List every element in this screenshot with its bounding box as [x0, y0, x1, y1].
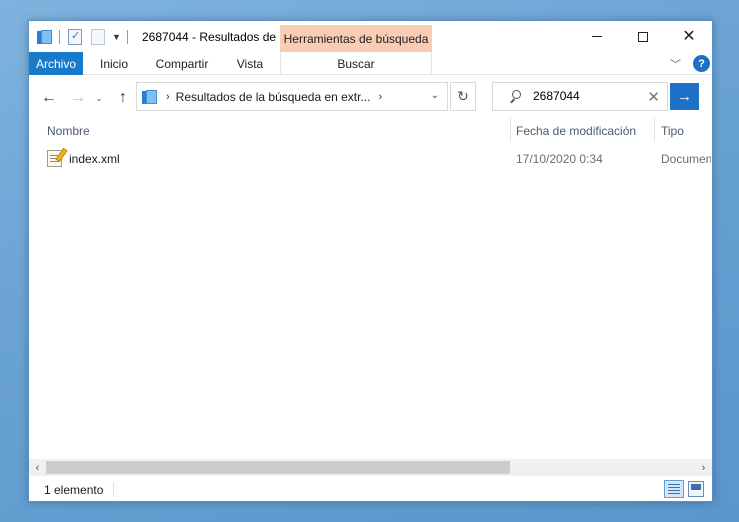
close-button[interactable]: ✕: [666, 21, 712, 52]
file-explorer-window: ▼ 2687044 - Resultados de ... Herramient…: [28, 20, 713, 502]
breadcrumb-chevron-icon[interactable]: ›: [378, 91, 382, 103]
ribbon-tabs: Archivo Inicio Compartir Vista Buscar ﹀ …: [29, 52, 712, 75]
large-icons-view-button[interactable]: [688, 481, 704, 497]
scrollbar-thumb[interactable]: [46, 461, 510, 474]
scroll-right-icon[interactable]: ›: [695, 459, 712, 476]
recent-locations-button[interactable]: ⌄: [92, 87, 106, 109]
column-divider[interactable]: [654, 118, 655, 142]
maximize-icon: [638, 31, 648, 42]
breadcrumb[interactable]: Resultados de la búsqueda en extr...: [176, 90, 371, 104]
chevron-down-icon: ⌄: [95, 92, 103, 103]
breadcrumb-chevron-icon[interactable]: ›: [166, 91, 170, 103]
status-bar: 1 elemento: [29, 477, 712, 502]
tab-inicio[interactable]: Inicio: [89, 52, 139, 75]
arrow-up-icon: ↑: [119, 89, 127, 106]
column-divider[interactable]: [510, 118, 511, 142]
quick-access-toolbar: ▼: [37, 27, 134, 47]
arrow-right-icon: →: [70, 89, 86, 106]
search-icon: [509, 90, 521, 103]
refresh-button[interactable]: ↻: [450, 82, 476, 111]
file-list-item[interactable]: index.xml 17/10/2020 0:34 Documen: [45, 147, 711, 170]
scroll-left-icon[interactable]: ‹: [29, 459, 46, 476]
address-bar[interactable]: › Resultados de la búsqueda en extr... ›…: [136, 82, 448, 111]
window-title: 2687044 - Resultados de ...: [142, 30, 290, 44]
folder-icon[interactable]: [37, 30, 53, 44]
arrow-left-icon: ←: [41, 89, 57, 106]
file-modified-date: 17/10/2020 0:34: [516, 152, 603, 166]
properties-icon[interactable]: [68, 29, 82, 45]
status-divider: [113, 482, 114, 497]
minimize-button[interactable]: [574, 21, 620, 52]
xml-document-icon: [47, 147, 68, 167]
file-type: Documen: [661, 152, 711, 166]
file-name[interactable]: index.xml: [69, 152, 120, 166]
title-bar: ▼ 2687044 - Resultados de ... Herramient…: [29, 21, 712, 52]
toolbar-divider: [59, 30, 60, 44]
maximize-button[interactable]: [620, 21, 666, 52]
tab-archivo[interactable]: Archivo: [29, 52, 83, 75]
clear-search-icon[interactable]: ✕: [647, 88, 660, 106]
back-button[interactable]: ←: [38, 87, 60, 109]
new-folder-icon[interactable]: [91, 29, 105, 45]
column-header-date[interactable]: Fecha de modificación: [516, 124, 636, 138]
help-icon[interactable]: ?: [693, 55, 710, 72]
customize-toolbar-chevron-icon[interactable]: ▼: [112, 32, 121, 42]
refresh-icon: ↻: [457, 88, 469, 104]
search-box[interactable]: ✕: [492, 82, 668, 111]
up-button[interactable]: ↑: [112, 87, 134, 109]
toolbar-divider: [126, 30, 128, 44]
horizontal-scrollbar[interactable]: ‹ ›: [29, 459, 712, 476]
address-dropdown-chevron-icon[interactable]: ⌄: [431, 90, 439, 101]
minimize-icon: [592, 36, 602, 37]
tab-compartir[interactable]: Compartir: [146, 52, 218, 75]
context-tab-header: Herramientas de búsqueda: [280, 25, 432, 52]
tab-vista[interactable]: Vista: [226, 52, 274, 75]
details-view-button[interactable]: [664, 480, 684, 498]
search-go-button[interactable]: →: [670, 83, 699, 110]
close-icon: ✕: [682, 27, 696, 45]
search-results-folder-icon: [142, 89, 158, 104]
tab-buscar[interactable]: Buscar: [280, 52, 432, 75]
item-count: 1 elemento: [44, 483, 104, 497]
arrow-right-icon: →: [677, 88, 692, 105]
forward-button[interactable]: →: [67, 87, 89, 109]
column-header-type[interactable]: Tipo: [661, 124, 684, 138]
expand-ribbon-chevron-icon[interactable]: ﹀: [670, 56, 681, 72]
search-input[interactable]: [533, 89, 643, 103]
column-header-name[interactable]: Nombre: [47, 124, 90, 138]
